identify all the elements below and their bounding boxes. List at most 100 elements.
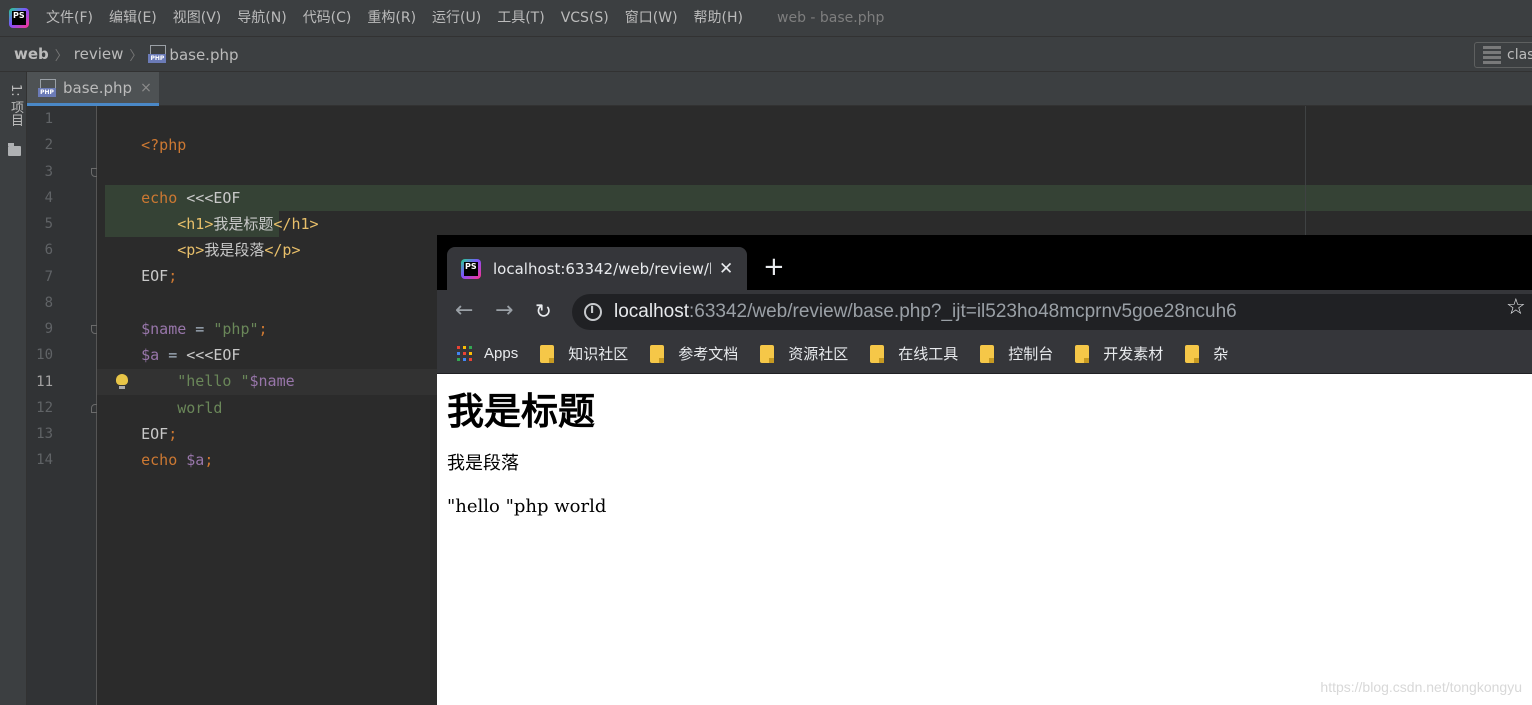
menu-code[interactable]: 代码(C) <box>295 0 360 36</box>
breadcrumb-folder[interactable]: review <box>74 45 124 63</box>
bookmark-label: 开发素材 <box>1103 346 1164 363</box>
html-tag: </p> <box>264 241 301 259</box>
phpstorm-favicon-icon: PS <box>461 258 481 279</box>
menu-edit[interactable]: 编辑(E) <box>101 0 165 36</box>
browser-toolbar: ← → ↻ localhost:63342/web/review/base.ph… <box>437 290 1532 334</box>
code-line-8: $name = "php"; <box>105 290 267 338</box>
lightbulb-intention-icon[interactable] <box>116 374 128 390</box>
class-icon <box>1483 46 1501 64</box>
reload-icon[interactable]: ↻ <box>535 297 552 325</box>
run-configuration-selector[interactable]: clas <box>1474 42 1532 68</box>
editor-tab-label: base.php <box>63 78 133 97</box>
line-number: 4 <box>44 190 53 206</box>
project-tool-window-button[interactable]: 1: 项目 <box>3 84 25 156</box>
echo-keyword: echo <box>141 451 178 469</box>
variable: $name <box>249 372 295 390</box>
variable: $a <box>177 451 205 469</box>
bookmark-label: 杂 <box>1213 346 1229 363</box>
browser-tab-strip: PS localhost:63342/web/review/base.php ✕… <box>437 235 1532 290</box>
page-echo-output: "hello "php world <box>447 496 607 517</box>
menu-refactor[interactable]: 重构(R) <box>359 0 424 36</box>
close-tab-icon[interactable]: × <box>140 80 152 96</box>
php-open-tag: <?php <box>141 136 187 154</box>
php-file-icon-text: PHP <box>148 53 167 63</box>
site-info-icon[interactable] <box>584 302 602 321</box>
bookmark-folder[interactable]: 在线工具 <box>870 343 958 364</box>
url-path: :63342/web/review/base.php?_ijt=il523ho4… <box>689 301 1237 322</box>
bookmark-apps[interactable]: Apps <box>457 345 518 362</box>
back-arrow-icon[interactable]: ← <box>455 297 473 325</box>
bookmark-folder[interactable]: 资源社区 <box>760 343 848 364</box>
forward-arrow-icon[interactable]: → <box>495 297 513 325</box>
bookmark-folder-icon <box>760 344 775 363</box>
breadcrumb-separator-icon: 〉 <box>54 48 68 64</box>
line-number: 6 <box>44 242 53 258</box>
line-number: 2 <box>44 137 53 153</box>
folder-icon <box>8 143 21 156</box>
html-text: 我是段落 <box>204 241 265 259</box>
code-line-3: echo <<<EOF <box>105 159 240 207</box>
editor-tab-bar: PHP base.php × <box>27 72 1532 106</box>
bookmark-folder[interactable]: 参考文档 <box>650 343 738 364</box>
apps-grid-dot <box>469 352 472 355</box>
menu-view[interactable]: 视图(V) <box>165 0 230 36</box>
apps-grid-dot <box>463 358 466 361</box>
favicon-text: PS <box>465 261 477 271</box>
bookmark-folder-icon <box>1075 344 1090 363</box>
semicolon: ; <box>204 451 214 469</box>
html-tag: <p> <box>177 241 205 259</box>
bookmark-star-icon[interactable]: ☆ <box>1506 295 1526 320</box>
bookmark-folder-icon <box>1185 344 1200 363</box>
menu-help[interactable]: 帮助(H) <box>686 0 751 36</box>
bookmark-folder-icon <box>650 344 665 363</box>
web-page-content: 我是标题 我是段落 "hello "php world https://blog… <box>437 374 1532 705</box>
bookmark-folder[interactable]: 控制台 <box>980 343 1053 364</box>
left-tool-window-strip: 1: 项目 <box>0 72 27 705</box>
code-line-5: <p>我是段落</p> <box>105 211 300 259</box>
new-tab-icon[interactable]: + <box>763 253 785 281</box>
bookmark-label: 资源社区 <box>788 346 849 363</box>
breadcrumb-file[interactable]: PHP base.php <box>148 44 239 64</box>
menu-file[interactable]: 文件(F) <box>38 0 101 36</box>
bookmark-apps-label: Apps <box>484 345 519 362</box>
browser-window: PS localhost:63342/web/review/base.php ✕… <box>437 235 1532 705</box>
line-number: 9 <box>44 321 53 337</box>
code-line-4: <h1>我是标题</h1> <box>105 185 318 233</box>
navigation-bar: web 〉 review 〉 PHP base.php clas <box>0 36 1532 72</box>
line-number: 10 <box>36 347 53 363</box>
menu-tools[interactable]: 工具(T) <box>489 0 552 36</box>
code-line-12: EOF; <box>105 395 177 443</box>
phpstorm-logo-text: PS <box>13 11 25 20</box>
apps-grid-dot <box>457 346 460 349</box>
apps-grid-dot <box>457 358 460 361</box>
injected-html-highlight <box>105 185 1532 211</box>
bookmark-folder-icon <box>870 344 885 363</box>
address-bar[interactable]: localhost:63342/web/review/base.php?_ijt… <box>572 294 1532 330</box>
editor-tab-base-php[interactable]: PHP base.php × <box>27 72 159 106</box>
window-title: web - base.php <box>777 10 885 26</box>
menu-navigate[interactable]: 导航(N) <box>229 0 294 36</box>
breadcrumb-separator-icon: 〉 <box>129 48 143 64</box>
apps-grid-dot <box>469 358 472 361</box>
breadcrumb-file-label: base.php <box>169 45 239 64</box>
bookmark-folder[interactable]: 开发素材 <box>1075 343 1163 364</box>
browser-tab[interactable]: PS localhost:63342/web/review/base.php ✕ <box>447 247 747 290</box>
line-number: 3 <box>44 164 53 180</box>
bookmark-folder[interactable]: 杂 <box>1185 343 1228 364</box>
code-line-6: EOF; <box>105 237 177 285</box>
breadcrumb-project[interactable]: web <box>14 45 49 63</box>
heredoc-end: EOF <box>141 267 169 285</box>
watermark: https://blog.csdn.net/tongkongyu <box>1320 679 1522 695</box>
menu-vcs[interactable]: VCS(S) <box>553 0 617 36</box>
menu-run[interactable]: 运行(U) <box>424 0 489 36</box>
code-line-1: <?php <box>105 106 186 154</box>
bookmark-label: 在线工具 <box>898 346 959 363</box>
php-file-icon: PHP <box>148 44 167 63</box>
editor-gutter: 1 2 3 4 5 6 7 8 9 10 11 12 13 14 <box>27 106 100 705</box>
line-number: 5 <box>44 216 53 232</box>
close-tab-icon[interactable]: ✕ <box>719 259 733 279</box>
line-number-current: 11 <box>36 374 53 390</box>
menu-window[interactable]: 窗口(W) <box>617 0 686 36</box>
project-tool-label: 1: 项目 <box>8 84 23 127</box>
bookmark-folder[interactable]: 知识社区 <box>540 343 628 364</box>
